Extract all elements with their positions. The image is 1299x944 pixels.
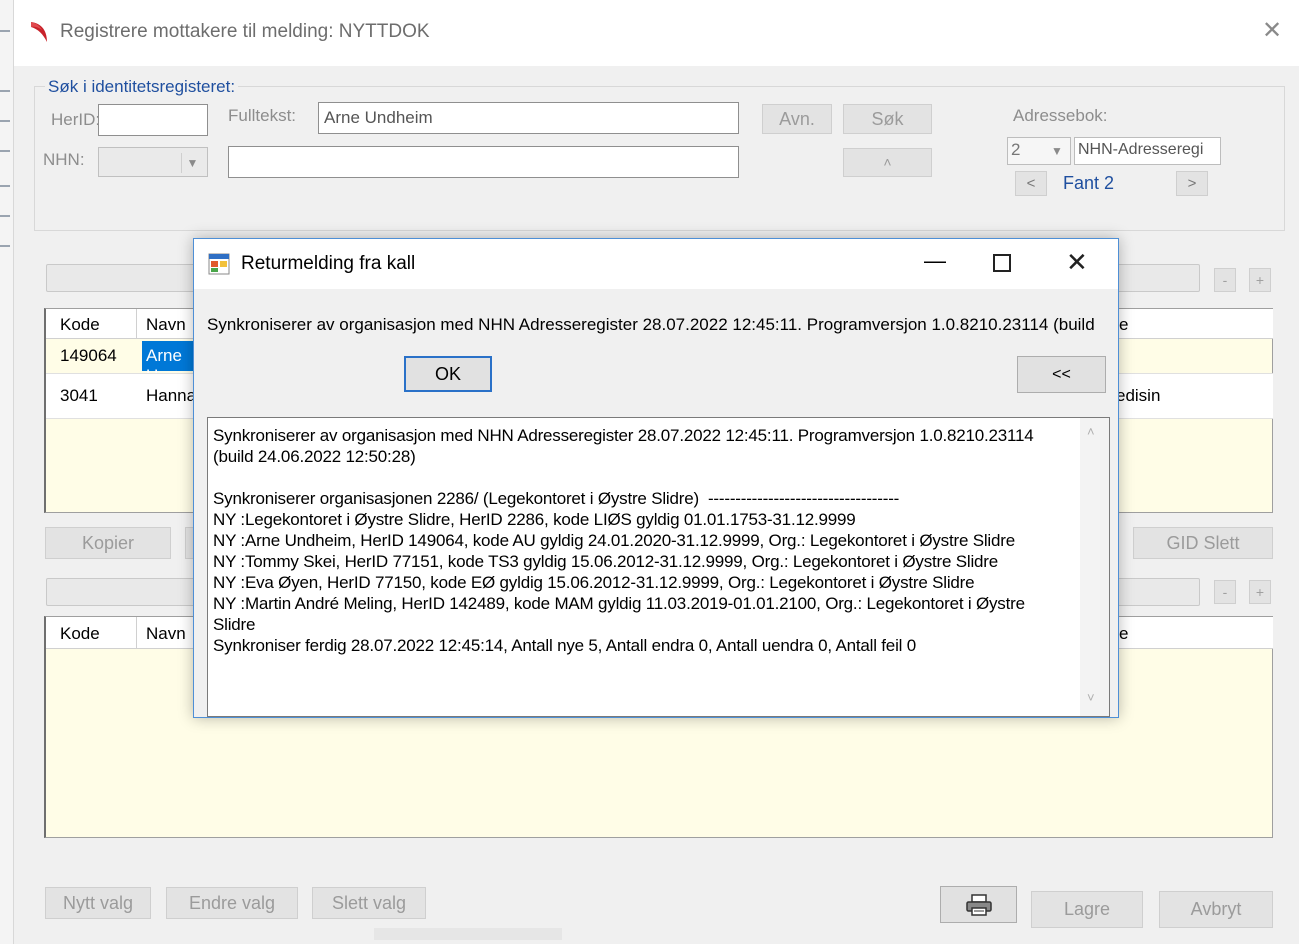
sliver-mark [0, 30, 10, 32]
sliver-mark [0, 185, 10, 187]
herid-input[interactable] [98, 104, 208, 136]
scroll-down-icon[interactable]: ˅ [1087, 690, 1095, 705]
result-count: Fant 2 [1063, 173, 1115, 193]
dialog-title: Returmelding fra kall [241, 253, 416, 274]
bottom-plus-button[interactable]: + [1249, 580, 1271, 604]
log-textarea[interactable]: Synkroniserer av organisasjon med NHN Ad… [207, 417, 1110, 717]
kopier-button[interactable]: Kopier [45, 527, 171, 559]
previous-button[interactable]: < [1015, 171, 1047, 196]
print-button[interactable] [940, 886, 1017, 923]
search-group-legend: Søk i identitetsregisteret: [45, 77, 239, 97]
dialog-app-icon [208, 253, 230, 275]
sliver-mark [0, 150, 10, 152]
column-header-fragment: e [1119, 624, 1129, 643]
log-text: Synkroniserer av organisasjon med NHN Ad… [213, 426, 1034, 655]
app-logo-icon [31, 22, 47, 42]
nhn-dropdown[interactable]: ▼ [98, 147, 208, 177]
close-icon[interactable]: ✕ [1066, 247, 1088, 278]
row-navn: Hanna [146, 386, 197, 405]
close-icon[interactable]: ✕ [1262, 19, 1282, 43]
secondary-search-input[interactable] [228, 146, 739, 178]
chevron-down-icon[interactable]: ▼ [181, 153, 203, 173]
adressebok-label: Adressebok: [1013, 106, 1108, 125]
printer-icon [966, 894, 992, 916]
sliver-mark [0, 90, 10, 92]
chevron-down-icon[interactable]: ▼ [1046, 141, 1068, 161]
column-header-kode[interactable]: Kode [60, 624, 100, 644]
adressebok-number-value: 2 [1011, 140, 1021, 159]
row-kode: 149064 [60, 346, 117, 365]
scroll-up-icon[interactable]: ˄ [1087, 424, 1095, 439]
fulltekst-label: Fulltekst: [228, 106, 297, 125]
bottom-scroll-thumb[interactable] [374, 928, 562, 940]
dialog-summary: Synkroniserer av organisasjon med NHN Ad… [207, 315, 1095, 334]
adressebok-number-dropdown[interactable]: 2 ▼ [1007, 137, 1071, 165]
endre-valg-button[interactable]: Endre valg [166, 887, 298, 919]
search-button[interactable]: Søk [843, 104, 932, 134]
herid-label: HerID: [51, 110, 101, 129]
nhn-label: NHN: [43, 150, 85, 169]
avn-button[interactable]: Avn. [762, 104, 832, 134]
column-divider [136, 617, 137, 649]
gid-slett-button[interactable]: GID Slett [1133, 527, 1273, 559]
background-app-sliver [0, 0, 14, 944]
maximize-icon[interactable] [993, 254, 1011, 272]
column-header-navn[interactable]: Navn [146, 315, 186, 335]
top-plus-button[interactable]: + [1249, 268, 1271, 292]
expand-details-button[interactable]: << [1017, 356, 1106, 393]
bottom-minus-button[interactable]: - [1214, 580, 1236, 604]
column-header-navn[interactable]: Navn [146, 624, 186, 644]
sliver-mark [0, 215, 10, 217]
sliver-mark [0, 245, 10, 247]
return-message-dialog: Returmelding fra kall — ✕ Synkroniserer … [193, 238, 1119, 718]
collapse-button[interactable]: ˄ [843, 148, 932, 177]
top-minus-button[interactable]: - [1214, 268, 1236, 292]
row-right-fragment: edisin [1116, 386, 1161, 405]
column-header-fragment: e [1119, 315, 1129, 334]
window-title: Registrere mottakere til melding: NYTTDO… [60, 21, 430, 42]
adressebok-name-field[interactable]: NHN-Adresseregi [1074, 137, 1221, 165]
row-kode: 3041 [60, 386, 98, 405]
next-button[interactable]: > [1176, 171, 1208, 196]
fulltekst-input[interactable]: Arne Undheim [318, 102, 739, 134]
column-divider [136, 309, 137, 339]
minimize-icon[interactable]: — [920, 248, 950, 278]
ok-button[interactable]: OK [404, 356, 492, 392]
log-scrollbar[interactable]: ˄ ˅ [1080, 418, 1109, 716]
nytt-valg-button[interactable]: Nytt valg [45, 887, 151, 919]
slett-valg-button[interactable]: Slett valg [312, 887, 426, 919]
lagre-button[interactable]: Lagre [1031, 891, 1143, 928]
avbryt-button[interactable]: Avbryt [1159, 891, 1273, 928]
sliver-mark [0, 120, 10, 122]
column-header-kode[interactable]: Kode [60, 315, 100, 335]
